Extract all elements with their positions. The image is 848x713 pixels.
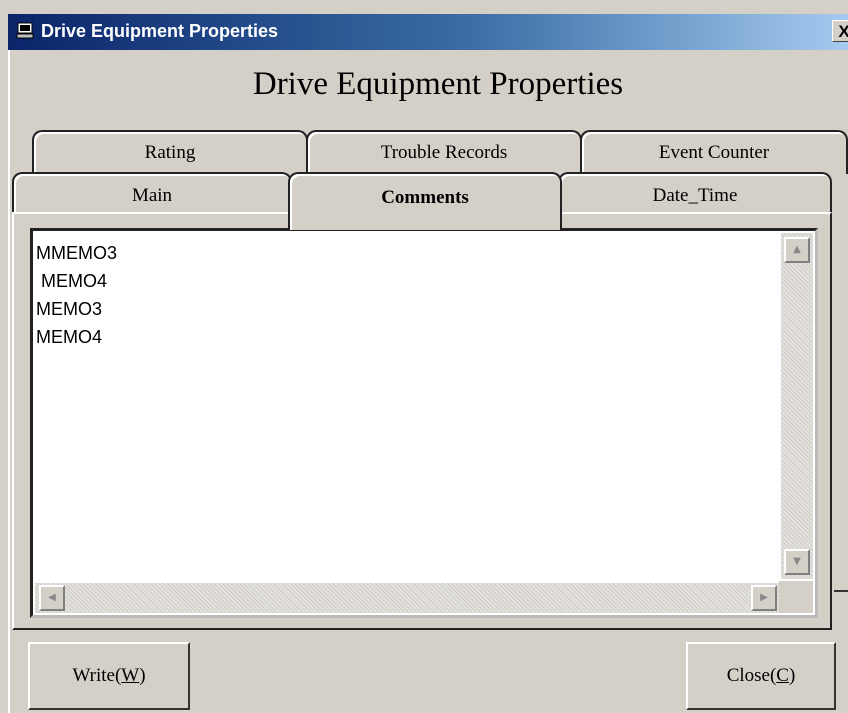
tab-date-time[interactable]: Date_Time: [558, 172, 832, 216]
tab-event-counter[interactable]: Event Counter: [580, 130, 848, 174]
comments-text: MMEMO3 MEMO4 MEMO3 MEMO4: [36, 239, 117, 351]
close-icon[interactable]: X: [832, 20, 848, 42]
tab-comments[interactable]: Comments: [288, 172, 562, 230]
scroll-up-icon[interactable]: ▲: [784, 237, 810, 263]
tab-main[interactable]: Main: [12, 172, 292, 216]
close-button-suffix: ): [788, 665, 796, 686]
comments-textarea[interactable]: MMEMO3 MEMO4 MEMO3 MEMO4 ▲ ▼ ◀ ▶: [30, 228, 818, 618]
scroll-down-icon[interactable]: ▼: [784, 549, 810, 575]
title-bar[interactable]: Drive Equipment Properties X: [8, 14, 848, 50]
scroll-left-icon[interactable]: ◀: [39, 585, 65, 611]
page-title: Drive Equipment Properties: [252, 66, 624, 102]
window-title: Drive Equipment Properties: [41, 21, 279, 41]
tab-trouble-records[interactable]: Trouble Records: [306, 130, 582, 174]
memo-line: MMEMO3: [36, 243, 117, 263]
memo-line: MEMO4: [36, 271, 108, 291]
window-border: [8, 50, 10, 713]
tab-rating[interactable]: Rating: [32, 130, 308, 174]
divider: [834, 590, 848, 592]
horizontal-scrollbar[interactable]: ◀ ▶: [35, 583, 783, 613]
write-button[interactable]: Write(W): [28, 642, 190, 710]
write-button-label: Write(: [72, 665, 122, 686]
close-button[interactable]: Close(C): [686, 642, 836, 710]
vertical-scrollbar[interactable]: ▲ ▼: [781, 233, 813, 579]
close-button-label: Close(: [726, 665, 777, 686]
memo-line: MEMO3: [36, 299, 103, 319]
scrollbar-corner: [779, 581, 813, 613]
scroll-right-icon[interactable]: ▶: [751, 585, 777, 611]
write-button-mnemonic: W: [121, 665, 140, 686]
memo-line: MEMO4: [36, 327, 103, 347]
computer-icon: [16, 22, 34, 40]
close-button-mnemonic: C: [776, 665, 789, 686]
write-button-suffix: ): [139, 665, 146, 686]
